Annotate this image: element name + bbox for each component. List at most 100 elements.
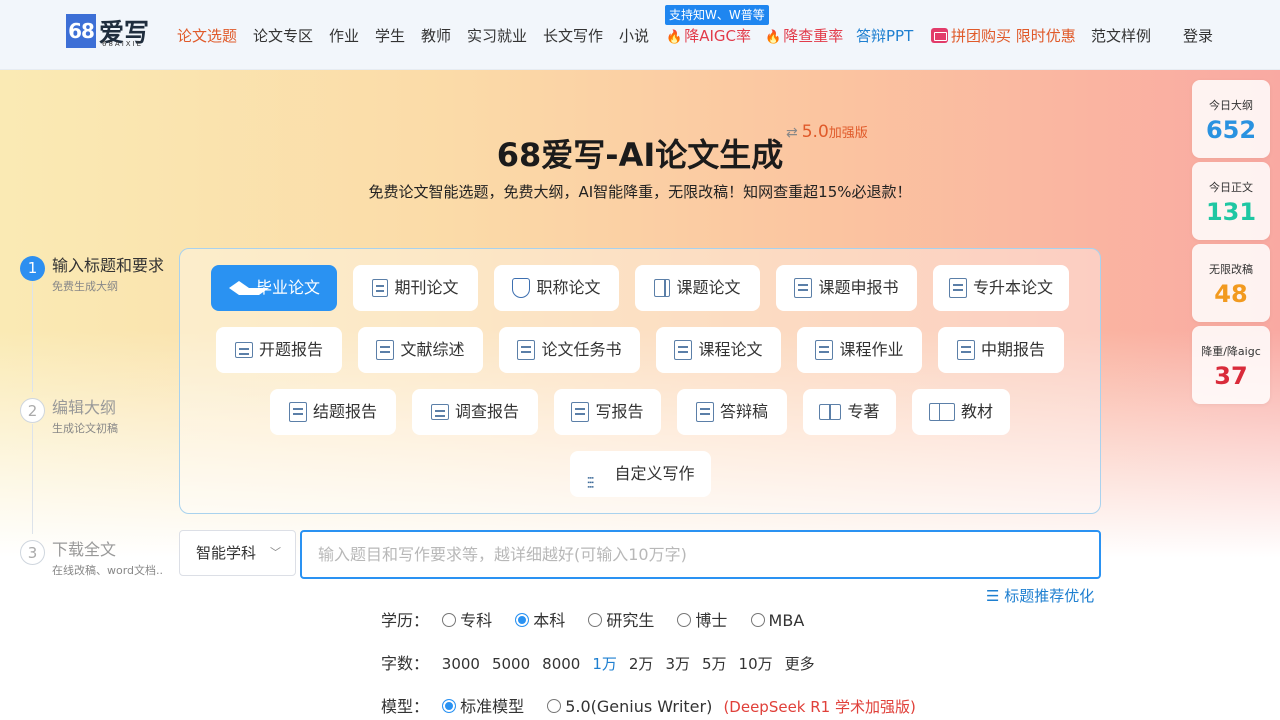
stat-card-body: 今日正文 131 [1192, 162, 1270, 240]
prompt-input[interactable] [300, 530, 1101, 579]
clipboard-icon [956, 340, 975, 360]
step-connector [32, 424, 33, 534]
shield-icon [512, 278, 531, 298]
list-icon: ☰ [986, 587, 1005, 605]
type-upgrade-paper[interactable]: 专升本论文 [933, 265, 1069, 311]
step-number: 1 [20, 256, 45, 281]
wc-option[interactable]: 10万 [739, 653, 773, 674]
type-midterm-report[interactable]: 中期报告 [938, 327, 1064, 373]
wc-option[interactable]: 5000 [492, 655, 530, 673]
version-badge: ⇄ 5.0加强版 [786, 122, 868, 142]
step-connector [32, 282, 33, 392]
nav-paper-zone[interactable]: 论文专区 [253, 25, 313, 46]
nav-teacher[interactable]: 教师 [421, 25, 451, 46]
type-write-report[interactable]: 写报告 [554, 389, 661, 435]
fire-icon: 🔥 [765, 30, 782, 45]
type-label: 教材 [960, 402, 993, 421]
wc-option[interactable]: 3万 [665, 653, 690, 674]
top-navbar: 68 爱写 68AIXIE 论文选题 论文专区 作业 学生 教师 实习就业 长文… [0, 0, 1280, 70]
logo-subtext: 68AIXIE [102, 40, 144, 48]
type-label: 开题报告 [258, 340, 323, 359]
clipboard-icon [288, 402, 307, 422]
radio-icon [677, 613, 692, 627]
type-custom-writing[interactable]: 自定义写作 [570, 451, 711, 507]
edu-option-junior[interactable]: 专科 [442, 607, 492, 631]
step-subtitle: 免费生成大纲 [52, 280, 118, 293]
nav-reduce-aigc-label: 降AIGC率 [684, 27, 751, 45]
nav-group-buy[interactable]: 拼团购买 限时优惠 [931, 25, 1076, 46]
document-edit-icon [948, 278, 967, 298]
edu-option-label: 本科 [533, 611, 566, 630]
type-opening-report[interactable]: 开题报告 [216, 327, 342, 373]
type-task-book[interactable]: 论文任务书 [499, 327, 640, 373]
nav-samples[interactable]: 范文样例 [1091, 25, 1151, 46]
nav-reduce-aigc[interactable]: 🔥 降AIGC率 [666, 25, 751, 46]
open-book-icon [928, 403, 955, 421]
step-title: 输入标题和要求 [52, 256, 165, 275]
nav-internship[interactable]: 实习就业 [467, 25, 527, 46]
step-number: 2 [20, 398, 45, 423]
type-defense-script[interactable]: 答辩稿 [677, 389, 787, 435]
wc-option-selected[interactable]: 1万 [592, 653, 617, 674]
step-subtitle: 在线改稿、word文档.. [52, 564, 164, 577]
sliders-icon [586, 461, 608, 507]
nav-student[interactable]: 学生 [375, 25, 405, 46]
type-label: 结题报告 [312, 402, 377, 421]
login-link[interactable]: 登录 [1183, 25, 1213, 46]
type-textbook[interactable]: 教材 [912, 389, 1010, 435]
edu-option-doctor[interactable]: 博士 [677, 607, 727, 631]
subject-select[interactable]: 智能学科 ﹀ [179, 530, 296, 576]
type-monograph[interactable]: 专著 [803, 389, 896, 435]
nav-reduce-plagiarism[interactable]: 🔥 降查重率 [765, 25, 843, 46]
model-option-standard[interactable]: 标准模型 [442, 693, 524, 717]
stat-value: 652 [1205, 116, 1257, 144]
type-title-paper[interactable]: 职称论文 [494, 265, 619, 311]
edu-option-label: 专科 [460, 611, 493, 630]
document-icon [372, 279, 389, 297]
switch-icon: ⇄ [786, 125, 798, 141]
wc-option-more[interactable]: 更多 [785, 653, 815, 674]
wc-option[interactable]: 3000 [442, 655, 480, 673]
title-suggest-link[interactable]: ☰ 标题推荐优化 [986, 585, 1094, 606]
edu-option-label: 研究生 [606, 611, 655, 630]
type-project-application[interactable]: 课题申报书 [776, 265, 917, 311]
nav-novel[interactable]: 小说 [619, 25, 649, 46]
wc-option[interactable]: 2万 [629, 653, 654, 674]
edu-option-mba[interactable]: MBA [750, 611, 805, 630]
wc-option[interactable]: 5万 [702, 653, 727, 674]
graduation-cap-icon [228, 281, 269, 295]
type-project-paper[interactable]: 课题论文 [635, 265, 760, 311]
type-survey-report[interactable]: 调查报告 [412, 389, 538, 435]
model-note: (DeepSeek R1 学术加强版) [723, 698, 916, 716]
radio-icon [547, 699, 562, 713]
gift-icon [931, 28, 948, 43]
step-subtitle: 生成论文初稿 [52, 422, 118, 435]
nav-defense-ppt[interactable]: 答辩PPT [856, 25, 913, 46]
nav-group-buy-label: 拼团购买 限时优惠 [951, 27, 1076, 45]
type-final-report[interactable]: 结题报告 [270, 389, 396, 435]
edu-option-label: MBA [768, 611, 805, 630]
type-literature-review[interactable]: 文献综述 [358, 327, 483, 373]
chevron-down-icon: ﹀ [270, 546, 281, 559]
site-logo[interactable]: 68 爱写 68AIXIE [66, 14, 152, 50]
version-number: 5.0 [801, 122, 829, 142]
type-course-paper[interactable]: 课程论文 [656, 327, 781, 373]
model-option-genius[interactable]: 5.0(Genius Writer) [547, 697, 712, 716]
nav-topic-selection[interactable]: 论文选题 [177, 25, 237, 46]
aigc-support-badge: 支持知W、W普等 [665, 5, 769, 25]
type-journal-paper[interactable]: 期刊论文 [353, 265, 478, 311]
wc-option[interactable]: 8000 [542, 655, 580, 673]
type-graduation-thesis[interactable]: 毕业论文 [211, 265, 337, 311]
edu-option-bachelor[interactable]: 本科 [515, 607, 565, 631]
stat-label: 无限改稿 [1209, 263, 1253, 276]
subject-select-value: 智能学科 [196, 544, 257, 562]
page-title: 68爱写-AI论文生成 [496, 136, 784, 174]
type-label: 写报告 [595, 402, 644, 421]
nav-long-writing[interactable]: 长文写作 [543, 25, 603, 46]
nav-homework[interactable]: 作业 [329, 25, 359, 46]
type-course-homework[interactable]: 课程作业 [797, 327, 922, 373]
edu-option-label: 博士 [695, 611, 728, 630]
edu-option-master[interactable]: 研究生 [588, 607, 654, 631]
stat-card-reduce: 降重/降aigc 37 [1192, 326, 1270, 404]
books-icon [819, 404, 842, 420]
